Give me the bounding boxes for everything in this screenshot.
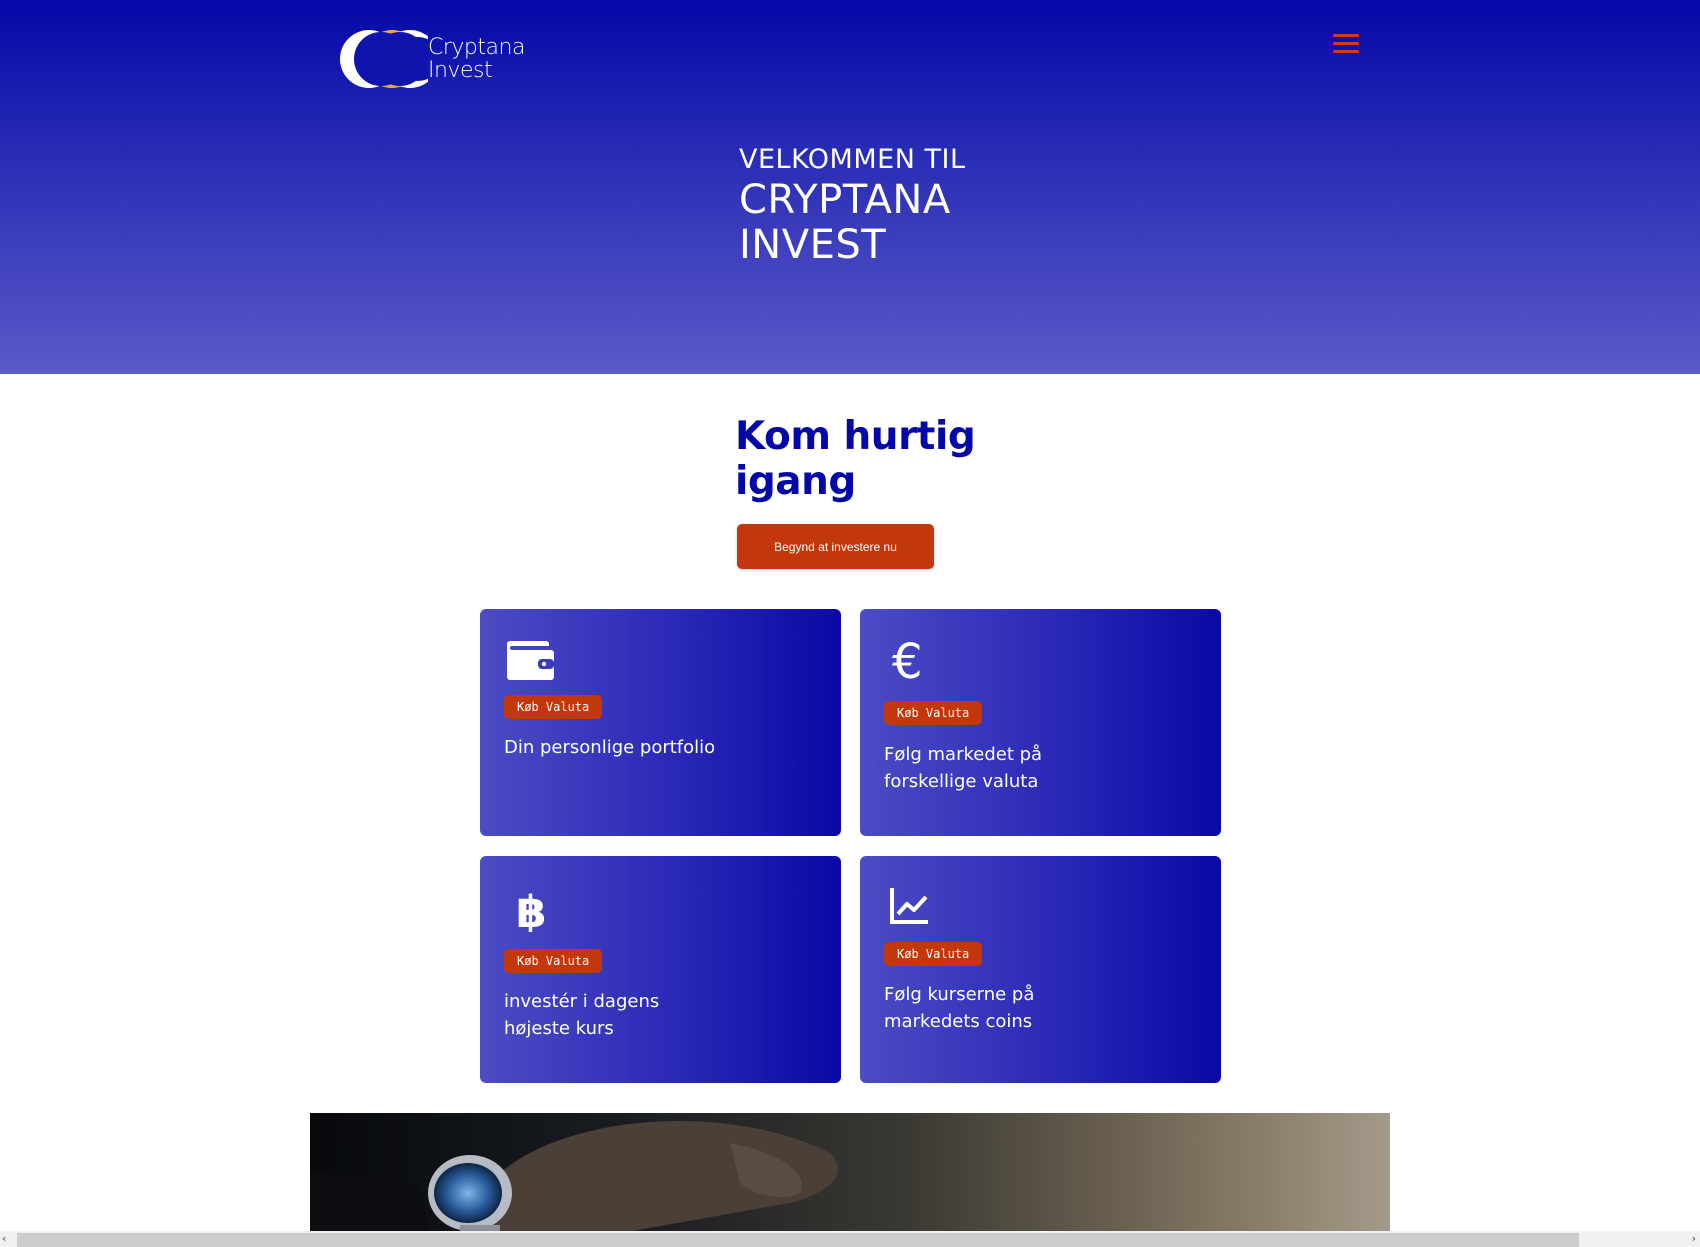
cryptana-logo[interactable]: Cryptana Invest bbox=[338, 26, 538, 92]
svg-text:€: € bbox=[892, 634, 923, 685]
menu-bar bbox=[1333, 34, 1359, 37]
card-text-line-2: forskellige valuta bbox=[884, 771, 1039, 792]
buy-currency-badge[interactable]: Køb Valuta bbox=[884, 701, 983, 725]
card-text: Din personlige portfolio bbox=[504, 737, 716, 758]
start-investing-button[interactable]: Begynd at investere nu bbox=[737, 524, 934, 569]
scroll-right-icon[interactable]: › bbox=[1692, 1232, 1696, 1245]
buy-currency-badge[interactable]: Køb Valuta bbox=[504, 695, 603, 719]
menu-bar bbox=[1333, 50, 1359, 53]
scrollbar-thumb[interactable] bbox=[17, 1233, 1579, 1247]
card-text-line-1: Følg kurserne på bbox=[884, 984, 1035, 1005]
bitcoin-icon: ฿ bbox=[516, 887, 547, 932]
hero-section: Cryptana Invest VELKOMMEN TIL CRYPTANA I… bbox=[0, 0, 1700, 374]
card-market[interactable]: € Køb Valuta Følg markedet på forskellig… bbox=[860, 609, 1221, 836]
buy-currency-badge[interactable]: Køb Valuta bbox=[504, 949, 603, 973]
watch-image bbox=[310, 1120, 838, 1235]
card-invest[interactable]: ฿ Køb Valuta investér i dagens højeste k… bbox=[480, 856, 841, 1083]
horizontal-scrollbar[interactable]: ‹ › bbox=[0, 1231, 1700, 1247]
hamburger-menu-icon[interactable] bbox=[1333, 34, 1359, 56]
card-text-line-1: investér i dagens bbox=[504, 991, 660, 1012]
line-chart-icon bbox=[890, 888, 928, 924]
card-rates[interactable]: Køb Valuta Følg kurserne på markedets co… bbox=[860, 856, 1221, 1083]
hero-title-line-2: CRYPTANA bbox=[739, 177, 951, 223]
hero-title-line-1: VELKOMMEN TIL bbox=[739, 144, 966, 175]
scroll-left-icon[interactable]: ‹ bbox=[2, 1232, 6, 1245]
hero-title: VELKOMMEN TIL CRYPTANA INVEST bbox=[739, 144, 965, 268]
card-text-line-2: højeste kurs bbox=[504, 1018, 614, 1039]
wallet-icon bbox=[507, 641, 554, 680]
svg-text:฿: ฿ bbox=[516, 887, 547, 932]
wrist-watch-photo bbox=[310, 1113, 1390, 1235]
logo-wordmark: Cryptana Invest bbox=[428, 36, 525, 82]
card-text: investér i dagens højeste kurs bbox=[504, 988, 764, 1042]
card-portfolio[interactable]: Køb Valuta Din personlige portfolio bbox=[480, 609, 841, 836]
card-text-line-2: markedets coins bbox=[884, 1011, 1033, 1032]
card-text-line-1: Følg markedet på bbox=[884, 744, 1043, 765]
cta-heading-line-2: igang bbox=[735, 459, 856, 504]
logo-circles-icon bbox=[340, 30, 428, 88]
buy-currency-badge[interactable]: Køb Valuta bbox=[884, 942, 983, 966]
cta-heading: Kom hurtig igang bbox=[735, 414, 995, 504]
card-text: Følg markedet på forskellige valuta bbox=[884, 741, 1144, 795]
hero-title-line-3: INVEST bbox=[739, 222, 887, 268]
euro-icon: € bbox=[892, 634, 923, 685]
menu-bar bbox=[1333, 42, 1359, 45]
logo-line-2: Invest bbox=[428, 58, 493, 83]
logo-line-1: Cryptana bbox=[428, 35, 525, 60]
cta-heading-line-1: Kom hurtig bbox=[735, 414, 976, 459]
card-text: Følg kurserne på markedets coins bbox=[884, 981, 1144, 1035]
